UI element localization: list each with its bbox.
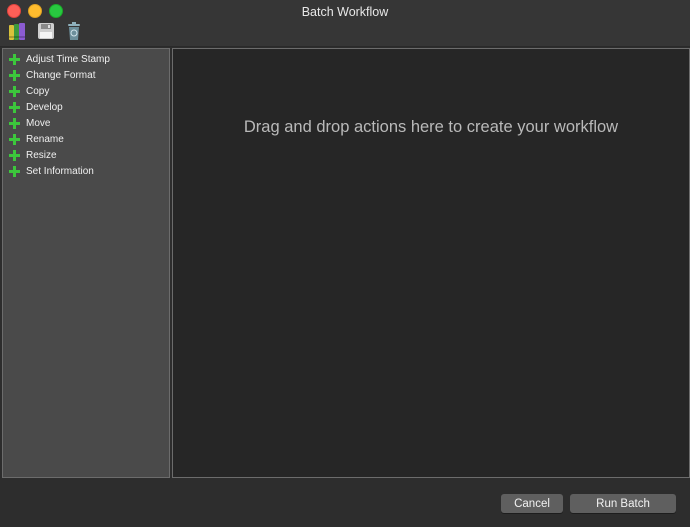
actions-sidebar: Adjust Time Stamp Change Format Copy Dev… xyxy=(2,48,170,478)
action-label: Change Format xyxy=(26,69,96,81)
action-label: Move xyxy=(26,117,51,129)
toolbar xyxy=(8,21,84,41)
books-icon[interactable] xyxy=(8,21,28,41)
action-item-adjust-time-stamp[interactable]: Adjust Time Stamp xyxy=(3,51,169,67)
title-bar: Batch Workflow xyxy=(0,0,690,47)
plus-icon xyxy=(9,165,20,177)
run-batch-button[interactable]: Run Batch xyxy=(570,494,676,513)
action-label: Adjust Time Stamp xyxy=(26,53,110,65)
action-label: Resize xyxy=(26,149,57,161)
action-list: Adjust Time Stamp Change Format Copy Dev… xyxy=(3,49,169,179)
action-item-develop[interactable]: Develop xyxy=(3,99,169,115)
action-item-rename[interactable]: Rename xyxy=(3,131,169,147)
action-item-move[interactable]: Move xyxy=(3,115,169,131)
action-label: Rename xyxy=(26,133,64,145)
plus-icon xyxy=(9,133,20,145)
plus-icon xyxy=(9,69,20,81)
workflow-drop-zone[interactable]: Drag and drop actions here to create you… xyxy=(172,48,690,478)
action-item-copy[interactable]: Copy xyxy=(3,83,169,99)
plus-icon xyxy=(9,117,20,129)
drop-hint-text: Drag and drop actions here to create you… xyxy=(243,118,619,136)
action-item-resize[interactable]: Resize xyxy=(3,147,169,163)
cancel-button[interactable]: Cancel xyxy=(501,494,563,513)
action-item-set-information[interactable]: Set Information xyxy=(3,163,169,179)
action-item-change-format[interactable]: Change Format xyxy=(3,67,169,83)
plus-icon xyxy=(9,53,20,65)
save-disk-icon[interactable] xyxy=(36,21,56,41)
plus-icon xyxy=(9,149,20,161)
plus-icon xyxy=(9,85,20,97)
window-title: Batch Workflow xyxy=(301,5,389,19)
plus-icon xyxy=(9,101,20,113)
trash-icon[interactable] xyxy=(64,21,84,41)
action-label: Copy xyxy=(26,85,50,97)
action-label: Develop xyxy=(26,101,63,113)
action-label: Set Information xyxy=(26,165,94,177)
